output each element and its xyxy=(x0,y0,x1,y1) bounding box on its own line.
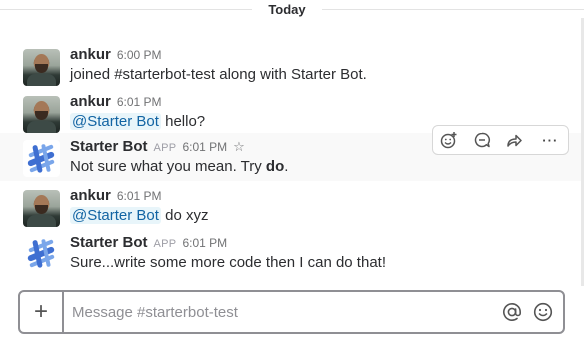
user-mention[interactable]: @Starter Bot xyxy=(70,113,161,130)
message-actions-toolbar: ··· xyxy=(432,125,569,155)
reply-icon xyxy=(474,132,490,148)
attach-button[interactable]: + xyxy=(20,292,64,332)
author-name[interactable]: ankur xyxy=(70,46,111,63)
message-header: ankur 6:01 PM xyxy=(70,92,162,111)
author-name[interactable]: ankur xyxy=(70,187,111,204)
message-text-part: Not sure what you mean. Try xyxy=(70,158,266,175)
message-item: ankur 6:00 PM joined #starterbot-test alo… xyxy=(0,45,581,87)
message-input[interactable] xyxy=(72,301,492,323)
avatar[interactable] xyxy=(23,190,60,227)
day-divider-label: Today xyxy=(252,0,322,19)
avatar[interactable] xyxy=(23,49,60,86)
more-actions-button[interactable]: ··· xyxy=(533,126,568,154)
user-mention[interactable]: @Starter Bot xyxy=(70,207,161,224)
star-icon[interactable]: ☆ xyxy=(233,139,245,154)
mention-button[interactable] xyxy=(501,301,523,323)
author-name[interactable]: Starter Bot xyxy=(70,234,148,251)
smiley-icon xyxy=(533,302,553,322)
timestamp[interactable]: 6:01 PM xyxy=(117,95,162,109)
message-header: Starter Bot APP 6:01 PM xyxy=(70,233,227,252)
message-text-rest: do xyz xyxy=(160,207,209,224)
message-item: Starter Bot APP 6:01 PM Sure...write some … xyxy=(0,233,581,275)
message-header: Starter Bot APP 6:01 PM ☆ xyxy=(70,137,245,156)
add-reaction-button[interactable] xyxy=(433,126,466,154)
message-text-bold: do xyxy=(265,158,285,175)
bot-avatar[interactable] xyxy=(23,235,60,272)
bot-logo-icon xyxy=(27,144,55,173)
plus-icon: + xyxy=(33,298,48,325)
author-name[interactable]: ankur xyxy=(70,93,111,110)
app-badge: APP xyxy=(153,142,177,154)
avatar[interactable] xyxy=(23,96,60,133)
emoji-button[interactable] xyxy=(532,301,554,323)
bot-avatar[interactable] xyxy=(23,140,60,177)
at-sign-icon xyxy=(503,303,521,321)
add-reaction-icon xyxy=(441,132,457,149)
message-text: @Starter Bot hello? xyxy=(70,112,205,132)
message-header: ankur 6:00 PM xyxy=(70,45,162,64)
timestamp[interactable]: 6:01 PM xyxy=(182,236,227,250)
share-icon xyxy=(507,134,523,147)
reply-button[interactable] xyxy=(466,126,499,154)
message-text-part: . xyxy=(284,158,289,175)
timestamp[interactable]: 6:01 PM xyxy=(182,140,227,154)
timestamp[interactable]: 6:00 PM xyxy=(117,48,162,62)
author-name[interactable]: Starter Bot xyxy=(70,138,148,155)
message-text: joined #starterbot-test along with Start… xyxy=(70,66,367,83)
message-text: Sure...write some more code then I can d… xyxy=(70,254,386,271)
timestamp[interactable]: 6:01 PM xyxy=(117,189,162,203)
message-text-rest: hello? xyxy=(160,113,206,130)
message-text: @Starter Bot do xyz xyxy=(70,206,208,226)
more-icon: ··· xyxy=(542,132,559,148)
message-header: ankur 6:01 PM xyxy=(70,186,162,205)
share-button[interactable] xyxy=(498,126,531,154)
app-badge: APP xyxy=(153,238,177,250)
bot-logo-icon xyxy=(27,239,55,268)
message-item: ankur 6:01 PM @Starter Bot do xyz xyxy=(0,186,581,227)
message-text: Not sure what you mean. Try do. xyxy=(70,157,288,177)
message-composer: + xyxy=(18,290,565,334)
